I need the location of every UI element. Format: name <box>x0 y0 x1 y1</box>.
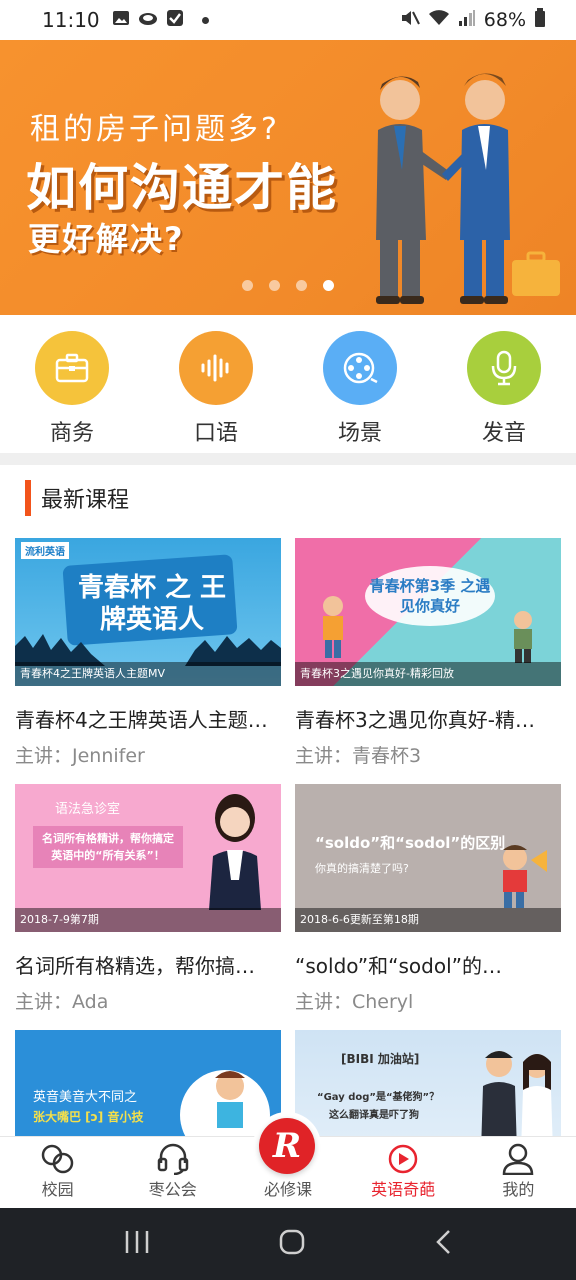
banner-dot[interactable] <box>269 280 280 291</box>
handshake-illustration <box>376 73 560 304</box>
course-card[interactable]: 流利英语 青春杯 之 王牌英语人 青春杯4之王牌英语人主题MV 青春杯4之王牌英… <box>15 538 281 768</box>
course-thumbnail[interactable]: 青春杯第3季 之遇见你真好 青春杯3之遇见你真好-精彩回放 <box>295 538 561 686</box>
r-logo-icon: R <box>259 1118 315 1174</box>
nav-label: 枣公会 <box>148 1180 197 1199</box>
status-bar: 11:10 68% <box>0 0 576 40</box>
nav-label: 英语奇葩 <box>371 1180 436 1199</box>
course-card[interactable]: 语法急诊室 名词所有格精讲，帮你搞定英语中的“所有关系”！ 2018-7-9第7… <box>15 784 281 1014</box>
thumb-subtitle: “Gay dog”是“基佬狗”？ <box>317 1092 440 1103</box>
category-label: 场景 <box>337 421 382 446</box>
banner-dot-active[interactable] <box>323 280 334 291</box>
campus-icon <box>41 1142 75 1176</box>
category-grid: 商务 口语 场景 发音 <box>0 315 576 453</box>
system-nav-bar <box>0 1208 576 1280</box>
nav-label: 校园 <box>41 1180 74 1199</box>
section-accent-bar <box>25 480 31 516</box>
course-title: 青春杯4之王牌英语人主题… <box>15 708 268 732</box>
signal-icon <box>458 9 476 32</box>
thumb-subtitle-2: 这么翻译真是吓了狗 <box>329 1110 419 1121</box>
course-thumbnail[interactable]: “soldo”和“sodol”的区别 你真的搞清楚了吗? 2018-6-6更新至… <box>295 784 561 932</box>
battery-icon <box>534 7 546 33</box>
microphone-icon <box>467 331 541 405</box>
thumb-subtitle: 你真的搞清楚了吗? <box>315 862 409 875</box>
home-icon[interactable] <box>278 1228 306 1260</box>
thumb-caption: 青春杯3之遇见你真好-精彩回放 <box>295 662 561 686</box>
thumb-title: 英音美音大不同之 <box>33 1090 138 1105</box>
thumb-caption: 2018-6-6更新至第18期 <box>295 908 561 932</box>
nav-mine[interactable]: 我的 <box>461 1137 576 1208</box>
nav-campus[interactable]: 校园 <box>0 1137 115 1208</box>
film-reel-icon <box>323 331 397 405</box>
thumb-badge: 流利英语 <box>21 542 69 559</box>
category-label: 发音 <box>481 421 526 446</box>
course-thumbnail[interactable]: 语法急诊室 名词所有格精讲，帮你搞定英语中的“所有关系”！ 2018-7-9第7… <box>15 784 281 932</box>
banner-pagination[interactable] <box>242 280 334 291</box>
banner-line3: 更好解决? <box>28 220 185 258</box>
course-speaker: 主讲：Jennifer <box>15 745 145 767</box>
recent-apps-icon[interactable] <box>123 1229 151 1259</box>
nav-label: 我的 <box>502 1180 535 1199</box>
thumb-caption: 青春杯4之王牌英语人主题MV <box>15 662 281 686</box>
status-time: 11:10 <box>42 8 100 32</box>
play-circle-icon <box>386 1142 420 1176</box>
course-title: 青春杯3之遇见你真好-精… <box>295 708 535 732</box>
category-business[interactable]: 商务 <box>0 315 144 453</box>
thumb-title: “soldo”和“sodol”的区别 <box>315 834 506 852</box>
banner-line2: 如何沟通才能 <box>26 159 338 217</box>
user-icon <box>501 1142 535 1176</box>
section-header: 最新课程 <box>0 465 576 531</box>
soundwave-icon <box>179 331 253 405</box>
thumb-subtitle: 张大嘴巴 [ɔ] 音小技 <box>33 1110 144 1124</box>
app-screen: 11:10 68% 租的房子问题多? 如何沟通才能 更好解决? 商务 口语 场景… <box>0 0 576 1280</box>
category-label: 商务 <box>49 421 94 446</box>
thumb-title: [BIBI 加油站] <box>341 1052 420 1066</box>
category-speaking[interactable]: 口语 <box>144 315 288 453</box>
mute-icon <box>400 9 420 32</box>
course-card[interactable]: 青春杯第3季 之遇见你真好 青春杯3之遇见你真好-精彩回放 青春杯3之遇见你真好… <box>295 538 561 768</box>
headset-icon <box>156 1142 190 1176</box>
banner-dot[interactable] <box>242 280 253 291</box>
divider <box>0 453 576 465</box>
r-logo-button[interactable]: R <box>253 1112 321 1180</box>
back-icon[interactable] <box>433 1228 453 1260</box>
promo-banner[interactable]: 租的房子问题多? 如何沟通才能 更好解决? <box>0 40 576 315</box>
course-speaker: 主讲：Ada <box>15 991 109 1013</box>
course-speaker: 主讲：Cheryl <box>295 991 414 1013</box>
wifi-icon <box>428 9 450 32</box>
thumb-subtitle: 名词所有格精讲，帮你搞定英语中的“所有关系”！ <box>33 826 183 868</box>
category-label: 口语 <box>193 421 238 446</box>
battery-percent: 68% <box>483 9 526 31</box>
briefcase-icon <box>35 331 109 405</box>
banner-dot[interactable] <box>296 280 307 291</box>
course-thumbnail[interactable]: 流利英语 青春杯 之 王牌英语人 青春杯4之王牌英语人主题MV <box>15 538 281 686</box>
nav-union[interactable]: 枣公会 <box>115 1137 230 1208</box>
thumb-title: 青春杯第3季 之遇见你真好 <box>369 577 491 615</box>
gallery-icon <box>112 9 130 32</box>
category-scene[interactable]: 场景 <box>288 315 432 453</box>
section-title: 最新课程 <box>41 488 130 513</box>
checkbox-icon <box>166 9 184 32</box>
banner-line1: 租的房子问题多? <box>30 112 280 147</box>
thumb-title: 语法急诊室 <box>55 802 121 817</box>
nav-english-oddities[interactable]: 英语奇葩 <box>346 1137 461 1208</box>
category-pronunciation[interactable]: 发音 <box>432 315 576 453</box>
course-speaker: 主讲：青春杯3 <box>295 745 422 767</box>
notification-dot-icon <box>201 16 209 24</box>
course-title: “soldo”和“sodol”的… <box>295 954 503 978</box>
thumb-caption: 2018-7-9第7期 <box>15 908 281 932</box>
course-card[interactable]: “soldo”和“sodol”的区别 你真的搞清楚了吗? 2018-6-6更新至… <box>295 784 561 1014</box>
cloud-icon <box>138 9 158 31</box>
course-title: 名词所有格精选，帮你搞… <box>15 954 255 978</box>
